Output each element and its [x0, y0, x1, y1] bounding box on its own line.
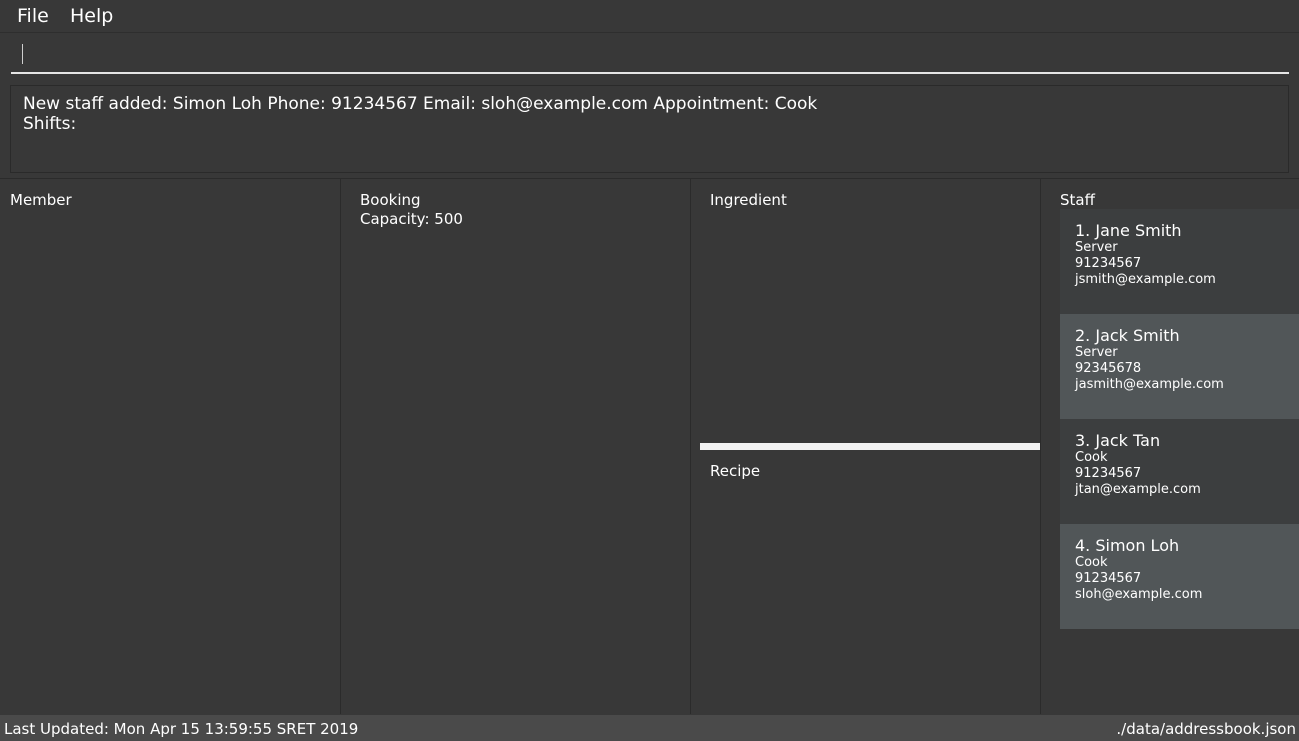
booking-panel-title: Booking: [360, 191, 421, 209]
staff-name: 2. Jack Smith: [1075, 326, 1180, 345]
status-bar: Last Updated: Mon Apr 15 13:59:55 SRET 2…: [0, 715, 1299, 741]
staff-card[interactable]: 3. Jack Tan Cook 91234567 jtan@example.c…: [1060, 419, 1299, 524]
staff-appointment: Cook: [1075, 555, 1108, 570]
recipe-panel-title: Recipe: [710, 462, 761, 480]
staff-appointment: Server: [1075, 345, 1118, 360]
staff-phone: 91234567: [1075, 571, 1142, 586]
staff-email: jasmith@example.com: [1075, 377, 1224, 392]
staff-name: 4. Simon Loh: [1075, 536, 1180, 555]
file-path-status: ./data/addressbook.json: [1116, 720, 1296, 738]
member-panel: Member: [0, 179, 341, 714]
staff-list: 1. Jane Smith Server 91234567 jsmith@exa…: [1060, 209, 1299, 629]
staff-email: sloh@example.com: [1075, 587, 1203, 602]
staff-phone: 91234567: [1075, 256, 1142, 271]
booking-panel: Booking Capacity: 500: [341, 179, 691, 714]
staff-card[interactable]: 2. Jack Smith Server 92345678 jasmith@ex…: [1060, 314, 1299, 419]
staff-phone: 92345678: [1075, 361, 1142, 376]
staff-phone: 91234567: [1075, 466, 1142, 481]
staff-email: jsmith@example.com: [1075, 272, 1216, 287]
split-pane-divider[interactable]: [700, 443, 1040, 450]
menu-bar: File Help: [0, 0, 1299, 33]
text-caret: [22, 44, 23, 64]
ingredient-panel-title: Ingredient: [710, 191, 787, 209]
last-updated-status: Last Updated: Mon Apr 15 13:59:55 SRET 2…: [4, 720, 359, 738]
menu-help[interactable]: Help: [70, 5, 113, 27]
result-display[interactable]: New staff added: Simon Loh Phone: 912345…: [10, 85, 1289, 173]
staff-appointment: Cook: [1075, 450, 1108, 465]
staff-name: 1. Jane Smith: [1075, 221, 1182, 240]
staff-email: jtan@example.com: [1075, 482, 1201, 497]
staff-card[interactable]: 1. Jane Smith Server 91234567 jsmith@exa…: [1060, 209, 1299, 314]
staff-appointment: Server: [1075, 240, 1118, 255]
result-message: New staff added: Simon Loh Phone: 912345…: [23, 94, 818, 134]
staff-panel-title: Staff: [1060, 191, 1095, 209]
booking-capacity: Capacity: 500: [360, 210, 463, 228]
command-input[interactable]: [11, 38, 1289, 74]
menu-file[interactable]: File: [17, 5, 49, 27]
staff-card[interactable]: 4. Simon Loh Cook 91234567 sloh@example.…: [1060, 524, 1299, 629]
member-panel-title: Member: [10, 191, 72, 209]
staff-name: 3. Jack Tan: [1075, 431, 1161, 450]
